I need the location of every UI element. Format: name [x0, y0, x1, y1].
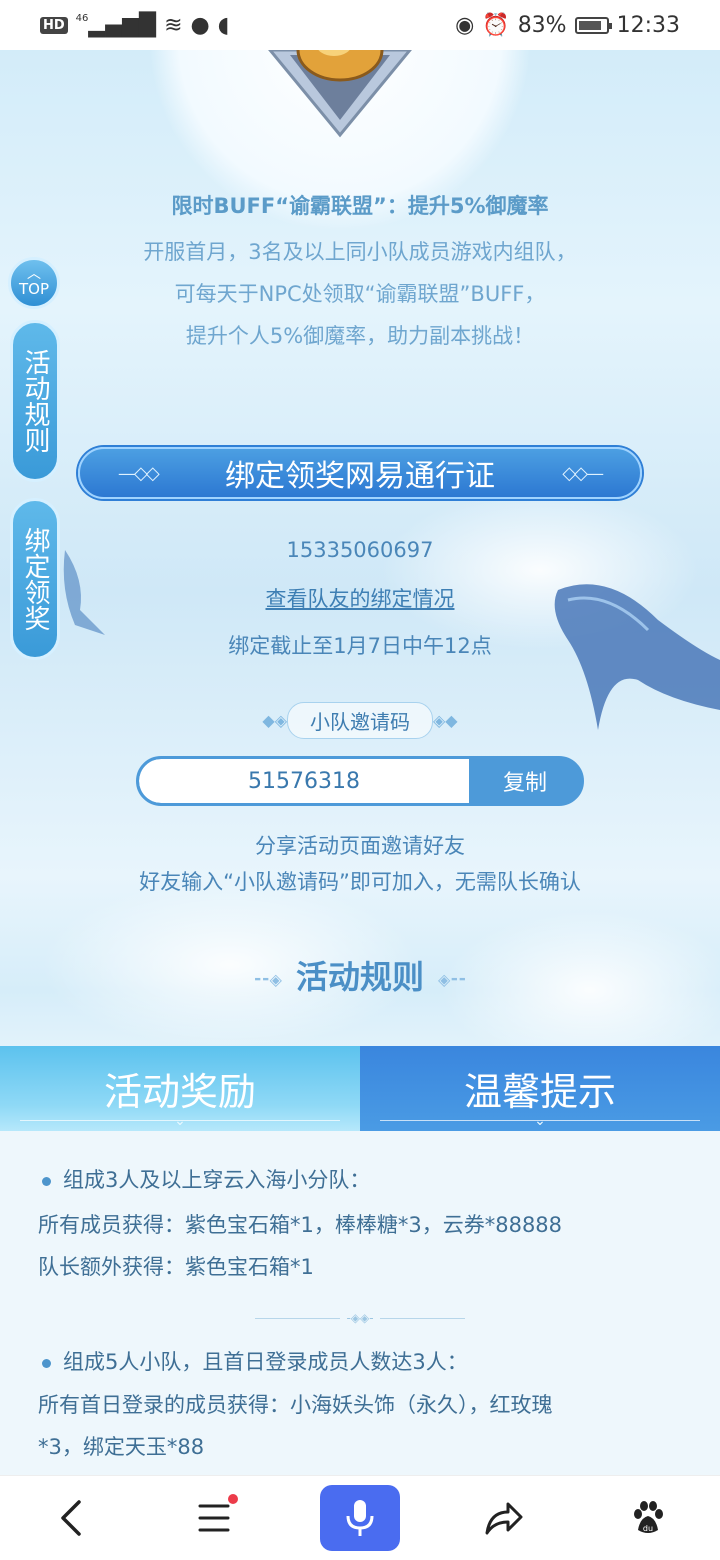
rule-item-line: 所有首日登录的成员获得：小海妖头饰（永久），红玫瑰 — [38, 1393, 553, 1417]
baidu-home-button[interactable]: du — [608, 1478, 688, 1558]
baidu-paw-icon: du — [634, 1501, 663, 1533]
bound-phone-number: 15335060697 — [286, 538, 434, 562]
eye-icon: ◉ — [455, 12, 475, 38]
rule-item-title: 组成3人及以上穿云入海小分队： — [42, 1164, 370, 1194]
status-left: HD 46▂▄▆█ ≋ ● ◖ — [40, 13, 229, 38]
buff-line: 开服首月，3名及以上同小队成员游戏内组队， — [143, 240, 577, 264]
back-button[interactable] — [32, 1478, 112, 1558]
status-bar: HD 46▂▄▆█ ≋ ● ◖ ◉ ⏰ 83% 12:33 — [0, 0, 720, 50]
back-icon — [61, 1500, 81, 1536]
signal-icon: 46▂▄▆█ — [75, 12, 157, 38]
rules-tabs: 活动奖励 ⌄ 温馨提示 ⌄ — [0, 1046, 720, 1131]
teammate-binding-link[interactable]: 查看队友的绑定情况 — [0, 583, 720, 613]
tab-rewards-label: 活动奖励 — [103, 1070, 256, 1114]
hd-icon: HD — [40, 16, 68, 34]
wifi-icon: ≋ — [164, 12, 183, 38]
menu-button[interactable] — [176, 1478, 256, 1558]
buff-line: 可每天于NPC处领取“谕霸联盟”BUFF， — [174, 282, 546, 306]
battery-icon — [574, 16, 612, 34]
top-label: TOP — [18, 280, 49, 298]
buff-line: 提升个人5%御魔率，助力副本挑战！ — [185, 324, 535, 348]
voice-button-bg — [320, 1485, 400, 1551]
bind-banner: —◇◇ 绑定领奖网易通行证 ◇◇— — [78, 447, 642, 499]
invite-code-box: 51576318 复制 — [136, 756, 584, 806]
status-right: ◉ ⏰ 83% 12:33 — [455, 13, 680, 38]
share-instruction: 分享活动页面邀请好友 — [255, 834, 465, 858]
notification-dot — [228, 1494, 238, 1504]
ornament-icon: ◈◆ — [433, 710, 458, 730]
chevron-up-icon: ︿ — [27, 266, 41, 282]
rule-item-title-text: 组成5人小队，且首日登录成员人数达3人： — [63, 1350, 468, 1374]
bullet-icon — [42, 1358, 51, 1368]
rules-content: 组成3人及以上穿云入海小分队： 所有成员获得：紫色宝石箱*1，棒棒糖*3，云券*… — [0, 1131, 720, 1475]
rule-item-title: 组成5人小队，且首日登录成员人数达3人： — [42, 1346, 468, 1376]
rules-heading: ⁃⁃◈ 活动规则 ◈⁃⁃ — [0, 952, 720, 998]
svg-text:du: du — [643, 1524, 653, 1533]
rule-item-line: 所有成员获得：紫色宝石箱*1，棒棒糖*3，云券*88888 — [38, 1213, 563, 1237]
tab-tips[interactable]: 温馨提示 ⌄ — [360, 1046, 720, 1131]
chevron-down-icon: ⌄ — [174, 1113, 186, 1129]
invite-code-label: ◆◈ 小队邀请码 ◈◆ — [235, 701, 485, 739]
diamond-ornament-icon: -◈◈- — [346, 1311, 374, 1325]
tab-rewards[interactable]: 活动奖励 ⌄ — [0, 1046, 360, 1131]
invite-code-label-text: 小队邀请码 — [287, 701, 433, 739]
share-instruction-detail: 好友输入“小队邀请码”即可加入，无需队长确认 — [139, 870, 581, 894]
teammate-binding-link-label[interactable]: 查看队友的绑定情况 — [266, 587, 455, 611]
diamond-ornament-icon: ◇◇— — [562, 463, 604, 484]
copy-button[interactable]: 复制 — [469, 759, 581, 803]
voice-button[interactable] — [320, 1478, 400, 1558]
alarm-icon: ⏰ — [482, 12, 510, 38]
invite-code-field[interactable]: 51576318 — [139, 759, 469, 803]
clock: 12:33 — [616, 12, 680, 38]
ornament-icon: ◈⁃⁃ — [438, 970, 467, 989]
diamond-ornament-icon: —◇◇ — [118, 463, 160, 484]
bind-deadline: 绑定截止至1月7日中午12点 — [228, 634, 492, 658]
bind-banner-title: 绑定领奖网易通行证 — [225, 459, 495, 494]
rule-item-line: *3，绑定天玉*88 — [38, 1435, 205, 1459]
ornament-icon: ⁃⁃◈ — [253, 970, 282, 989]
bottom-nav: du — [0, 1475, 720, 1560]
battery-percent: 83% — [517, 12, 567, 38]
rules-heading-text: 活动规则 — [295, 958, 424, 996]
chevron-down-icon: ⌄ — [534, 1113, 546, 1129]
wechat-icon: ● — [190, 12, 210, 38]
section-divider: -◈◈- — [255, 1311, 465, 1325]
back-to-top-button[interactable]: ︿ TOP — [8, 257, 60, 309]
microphone-icon — [346, 1500, 374, 1536]
bullet-icon — [42, 1176, 51, 1186]
tab-tips-label: 温馨提示 — [463, 1070, 616, 1114]
side-tab-rules-label: 活动规则 — [20, 349, 50, 453]
rule-item-line: 队长额外获得：紫色宝石箱*1 — [38, 1255, 314, 1279]
message-icon: ◖ — [217, 12, 230, 38]
side-tab-rules[interactable]: 活动规则 — [10, 320, 60, 482]
rule-item-title-text: 组成3人及以上穿云入海小分队： — [63, 1168, 371, 1192]
share-button[interactable] — [464, 1478, 544, 1558]
share-icon — [485, 1502, 523, 1535]
emblem-icon — [268, 50, 412, 138]
ornament-icon: ◆◈ — [262, 710, 287, 730]
buff-title: 限时BUFF“谕霸联盟”：提升5%御魔率 — [171, 194, 549, 218]
activity-page[interactable]: 限时BUFF“谕霸联盟”：提升5%御魔率 开服首月，3名及以上同小队成员游戏内组… — [0, 50, 720, 1475]
menu-icon — [198, 1504, 230, 1532]
